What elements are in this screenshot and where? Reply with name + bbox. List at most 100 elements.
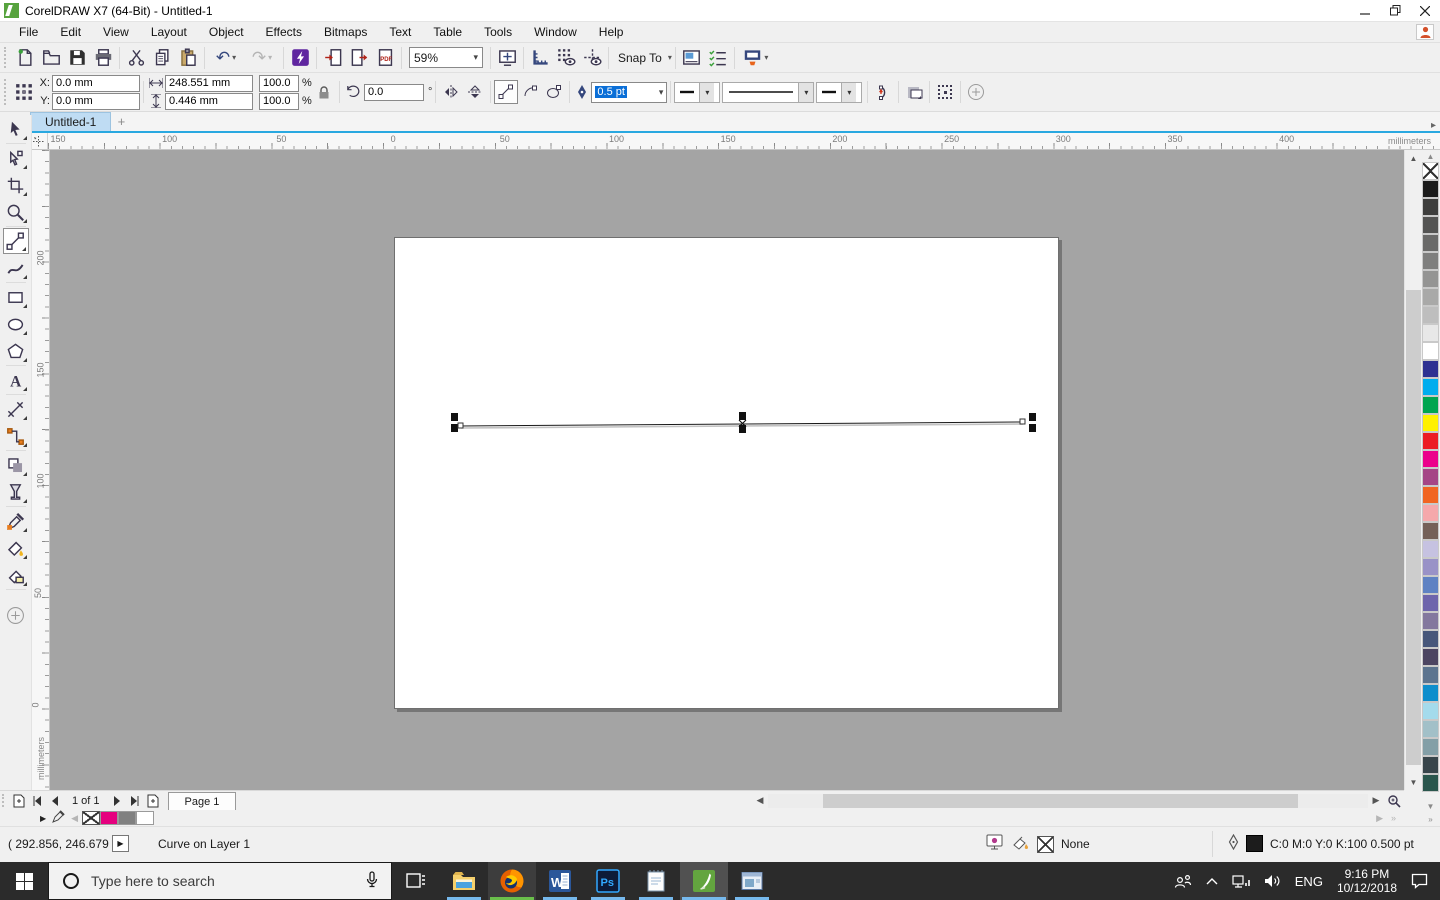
menu-object[interactable]: Object: [198, 23, 255, 41]
application-launcher-button[interactable]: ▾: [738, 45, 774, 71]
mirror-horizontal-button[interactable]: [439, 80, 463, 104]
full-screen-preview-button[interactable]: [494, 45, 520, 71]
circle-segment-button[interactable]: [542, 80, 566, 104]
palette-scroll-down-button[interactable]: ▼: [1421, 800, 1440, 813]
color-swatch[interactable]: [1422, 324, 1439, 342]
ruler-origin-button[interactable]: [30, 133, 48, 150]
color-swatch[interactable]: [1422, 774, 1439, 792]
doc-palette-scroll-left[interactable]: ◀: [71, 813, 78, 824]
end-arrowhead-dropdown[interactable]: ▾: [816, 82, 862, 103]
menu-effects[interactable]: Effects: [255, 23, 313, 41]
redo-button[interactable]: ↷▾: [244, 45, 280, 71]
volume-icon[interactable]: [1264, 874, 1281, 888]
color-swatch[interactable]: [1422, 198, 1439, 216]
color-swatch-none[interactable]: [1422, 162, 1439, 180]
color-swatch[interactable]: [1422, 720, 1439, 738]
color-swatch[interactable]: [1422, 630, 1439, 648]
doc-palette-scroll-right[interactable]: ▶: [1376, 813, 1383, 824]
doc-palette-swatch[interactable]: [100, 811, 118, 825]
copy-button[interactable]: [149, 45, 175, 71]
navigator-zoom-button[interactable]: [1384, 792, 1404, 810]
zoom-levels-button[interactable]: 59%▾: [409, 47, 483, 68]
color-swatch[interactable]: [1422, 216, 1439, 234]
undo-button[interactable]: ↶▾: [208, 45, 244, 71]
restore-button[interactable]: [1380, 0, 1410, 22]
welcome-screen-button[interactable]: [679, 45, 705, 71]
close-button[interactable]: [1410, 0, 1440, 22]
fill-bucket-icon[interactable]: [1012, 835, 1030, 854]
connector-tool[interactable]: [3, 423, 29, 449]
color-swatch[interactable]: [1422, 594, 1439, 612]
snap-to-button[interactable]: Snap To▾: [612, 51, 672, 65]
color-swatch[interactable]: [1422, 576, 1439, 594]
action-center-icon[interactable]: [1411, 873, 1428, 889]
start-arrowhead-dropdown[interactable]: ▾: [674, 82, 720, 103]
account-sign-in-button[interactable]: [1416, 24, 1434, 40]
color-proof-icon[interactable]: [986, 834, 1005, 854]
close-curve-button[interactable]: [871, 80, 895, 104]
toolbox-customize-button[interactable]: [3, 602, 29, 628]
color-swatch[interactable]: [1422, 540, 1439, 558]
color-swatch[interactable]: [1422, 342, 1439, 360]
taskbar-search-box[interactable]: Type here to search: [48, 862, 392, 900]
menu-window[interactable]: Window: [523, 23, 588, 41]
color-swatch[interactable]: [1422, 252, 1439, 270]
export-button[interactable]: [346, 45, 372, 71]
artistic-media-tool[interactable]: [3, 255, 29, 281]
microphone-icon[interactable]: [365, 871, 379, 892]
doc-palette-expand[interactable]: »: [1391, 813, 1396, 824]
doc-palette-swatch-none[interactable]: [82, 811, 100, 825]
menu-tools[interactable]: Tools: [473, 23, 523, 41]
rotation-angle-input[interactable]: [364, 84, 424, 101]
import-button[interactable]: [320, 45, 346, 71]
new-document-button[interactable]: [12, 45, 38, 71]
start-button[interactable]: [0, 862, 48, 900]
wrap-text-button[interactable]: [902, 80, 926, 104]
color-swatch[interactable]: [1422, 234, 1439, 252]
palette-scroll-up-button[interactable]: ▲: [1421, 150, 1440, 162]
scroll-down-button[interactable]: ▼: [1405, 774, 1422, 790]
propbar-grip[interactable]: [4, 79, 9, 106]
scroll-up-button[interactable]: ▲: [1405, 150, 1422, 166]
color-swatch[interactable]: [1422, 468, 1439, 486]
taskbar-app-app-window[interactable]: [728, 862, 776, 900]
arc-segment-button[interactable]: [518, 80, 542, 104]
menu-view[interactable]: View: [92, 23, 140, 41]
network-icon[interactable]: [1232, 874, 1250, 889]
mirror-vertical-button[interactable]: [463, 80, 487, 104]
paste-button[interactable]: [175, 45, 201, 71]
menu-layout[interactable]: Layout: [140, 23, 198, 41]
menu-text[interactable]: Text: [378, 23, 422, 41]
transparency-tool[interactable]: [3, 479, 29, 505]
menu-file[interactable]: File: [8, 23, 49, 41]
object-width-input[interactable]: [165, 75, 253, 92]
print-button[interactable]: [90, 45, 116, 71]
toolbar-grip[interactable]: [4, 47, 9, 67]
color-swatch[interactable]: [1422, 360, 1439, 378]
status-flyout-button[interactable]: ▶: [112, 835, 129, 852]
color-swatch[interactable]: [1422, 666, 1439, 684]
add-page-after-button[interactable]: [144, 792, 162, 810]
cut-button[interactable]: [123, 45, 149, 71]
outline-color-swatch[interactable]: [1246, 835, 1263, 852]
menu-edit[interactable]: Edit: [49, 23, 92, 41]
menu-table[interactable]: Table: [422, 23, 473, 41]
clock[interactable]: 9:16 PM10/12/2018: [1337, 867, 1397, 895]
pagenav-grip[interactable]: [2, 794, 7, 807]
show-guidelines-button[interactable]: [579, 45, 605, 71]
document-palette-flyout-button[interactable]: ▶: [40, 814, 46, 823]
taskbar-app-firefox[interactable]: [488, 862, 536, 900]
interactive-fill-tool[interactable]: [3, 535, 29, 561]
color-swatch[interactable]: [1422, 414, 1439, 432]
document-tab[interactable]: Untitled-1: [30, 112, 111, 131]
rectangle-tool[interactable]: [3, 284, 29, 310]
lock-ratio-button[interactable]: [312, 80, 336, 104]
horizontal-scrollbar[interactable]: ◀ ▶: [752, 791, 1404, 811]
taskbar-app-coreldraw[interactable]: [680, 862, 728, 900]
color-swatch[interactable]: [1422, 522, 1439, 540]
last-page-button[interactable]: [126, 792, 144, 810]
color-swatch[interactable]: [1422, 270, 1439, 288]
color-swatch[interactable]: [1422, 180, 1439, 198]
object-height-input[interactable]: [165, 93, 253, 110]
start-node[interactable]: [458, 423, 463, 428]
